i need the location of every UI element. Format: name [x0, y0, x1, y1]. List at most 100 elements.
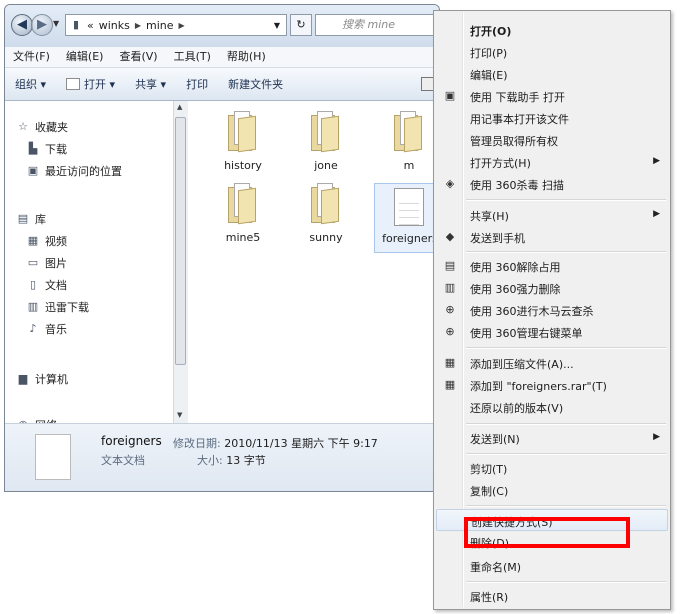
- phone-icon: ◆: [445, 230, 455, 243]
- file-list: history jone m mine5 sunny foreigners: [188, 101, 439, 423]
- library-icon: ▤: [17, 212, 29, 225]
- details-filename: foreigners: [101, 434, 162, 448]
- print-button[interactable]: 打印: [176, 76, 218, 92]
- folder-icon: [228, 183, 258, 225]
- menu-bar: 文件(F) 编辑(E) 查看(V) 工具(T) 帮助(H): [5, 47, 439, 68]
- thunder-folder-icon: ▥: [27, 300, 39, 313]
- details-filetype: 文本文档: [101, 454, 145, 467]
- menu-add-to-rar[interactable]: ▦ 添加到 "foreigners.rar"(T): [436, 374, 668, 396]
- nav-thunder-downloads[interactable]: ▥ 迅雷下载: [27, 297, 89, 317]
- menu-open[interactable]: 打开(O): [436, 19, 668, 41]
- details-size: 大小: 13 字节: [197, 454, 266, 467]
- menu-edit[interactable]: 编辑(E): [58, 47, 112, 67]
- 360-icon: ⊕: [445, 303, 455, 316]
- menu-send-to[interactable]: 发送到(N) ▶: [436, 427, 668, 449]
- menu-share[interactable]: 共享(H) ▶: [436, 204, 668, 226]
- scroll-down-icon[interactable]: ▼: [177, 411, 182, 419]
- forward-button[interactable]: ▶: [31, 14, 53, 36]
- chevron-right-icon[interactable]: ▶: [135, 21, 141, 30]
- nav-network[interactable]: ◉网络: [17, 415, 57, 424]
- menu-add-to-archive[interactable]: ▦ 添加到压缩文件(A)...: [436, 352, 668, 374]
- folder-m[interactable]: m: [374, 111, 439, 181]
- menu-360-force-delete[interactable]: ▥ 使用 360强力删除: [436, 277, 668, 299]
- submenu-arrow-icon: ▶: [653, 209, 660, 219]
- menu-send-to-phone[interactable]: ◆ 发送到手机: [436, 226, 668, 248]
- breadcrumb-winks[interactable]: winks: [99, 19, 130, 32]
- back-button[interactable]: ◀: [11, 14, 33, 36]
- address-field[interactable]: ▮ « winks ▶ mine ▶ ▼: [65, 14, 287, 36]
- address-bar-area: ◀ ▶ ▼ ▮ « winks ▶ mine ▶ ▼ ↻ 搜索 mine: [5, 5, 439, 47]
- organize-button[interactable]: 组织 ▾: [5, 76, 56, 92]
- nav-pictures[interactable]: ▭ 图片: [27, 253, 67, 273]
- menu-properties[interactable]: 属性(R): [436, 585, 668, 607]
- refresh-button[interactable]: ↻: [290, 14, 312, 36]
- folder-history[interactable]: history: [208, 111, 278, 181]
- explorer-window: ◀ ▶ ▼ ▮ « winks ▶ mine ▶ ▼ ↻ 搜索 mine 文件(…: [4, 4, 440, 492]
- menu-360-scan[interactable]: ◈ 使用 360杀毒 扫描: [436, 173, 668, 195]
- menu-cut[interactable]: 剪切(T): [436, 457, 668, 479]
- nav-video[interactable]: ▦ 视频: [27, 231, 67, 251]
- menu-copy[interactable]: 复制(C): [436, 479, 668, 501]
- open-button[interactable]: 打开 ▾: [56, 76, 125, 92]
- menu-360-manage-context[interactable]: ⊕ 使用 360管理右键菜单: [436, 321, 668, 343]
- open-icon: [66, 78, 81, 90]
- folder-icon: ▮: [72, 18, 80, 31]
- search-input[interactable]: 搜索 mine: [315, 14, 439, 36]
- text-document-icon: [394, 188, 424, 226]
- recent-places-icon: ▣: [27, 164, 39, 177]
- menu-restore-previous[interactable]: 还原以前的版本(V): [436, 396, 668, 418]
- menu-help[interactable]: 帮助(H): [219, 47, 274, 67]
- folder-icon: [311, 183, 341, 225]
- video-icon: ▦: [27, 234, 39, 247]
- submenu-arrow-icon: ▶: [653, 432, 660, 442]
- download-helper-icon: ▣: [444, 89, 456, 102]
- menu-open-with[interactable]: 打开方式(H) ▶: [436, 151, 668, 173]
- nav-downloads[interactable]: ▙ 下载: [27, 139, 67, 159]
- shield-icon: ◈: [445, 177, 455, 190]
- address-dropdown-icon[interactable]: ▼: [274, 21, 280, 30]
- nav-scrollbar[interactable]: ▲ ▼: [173, 101, 188, 423]
- file-foreigners[interactable]: foreigners: [374, 183, 439, 253]
- documents-icon: ▯: [29, 278, 37, 291]
- menu-file[interactable]: 文件(F): [5, 47, 58, 67]
- new-folder-button[interactable]: 新建文件夹: [218, 76, 293, 92]
- menu-open-with-download-helper[interactable]: ▣ 使用 下载助手 打开: [436, 85, 668, 107]
- highlight-box: [464, 517, 630, 548]
- menu-print[interactable]: 打印(P): [436, 41, 668, 63]
- menu-rename[interactable]: 重命名(M): [436, 555, 668, 577]
- shredder-icon: ▥: [444, 281, 456, 294]
- nav-recent[interactable]: ▣ 最近访问的位置: [27, 161, 122, 181]
- menu-edit-file[interactable]: 编辑(E): [436, 63, 668, 85]
- menu-360-trojan-scan[interactable]: ⊕ 使用 360进行木马云查杀: [436, 299, 668, 321]
- folder-sunny[interactable]: sunny: [291, 183, 361, 253]
- 360-icon: ⊕: [445, 325, 455, 338]
- details-modified: 修改日期: 2010/11/13 星期六 下午 9:17: [173, 437, 378, 450]
- chevron-right-icon[interactable]: ▶: [179, 21, 185, 30]
- nav-computer[interactable]: ▆ 计算机: [17, 369, 68, 389]
- computer-icon: ▆: [18, 372, 28, 385]
- menu-take-ownership[interactable]: 管理员取得所有权: [436, 129, 668, 151]
- folder-jone[interactable]: jone: [291, 111, 361, 181]
- folder-mine5[interactable]: mine5: [208, 183, 278, 253]
- scrollbar-thumb[interactable]: [175, 117, 186, 365]
- folder-icon: [228, 111, 258, 153]
- details-pane: foreigners 修改日期: 2010/11/13 星期六 下午 9:17 …: [5, 423, 439, 491]
- unlock-icon: ▤: [444, 259, 456, 272]
- breadcrumb-mine[interactable]: mine: [146, 19, 174, 32]
- menu-360-unlock[interactable]: ▤ 使用 360解除占用: [436, 255, 668, 277]
- nav-documents[interactable]: ▯ 文档: [27, 275, 67, 295]
- nav-favorites[interactable]: ☆ 收藏夹: [17, 117, 68, 137]
- menu-tools[interactable]: 工具(T): [166, 47, 219, 67]
- winrar-icon: ▦: [444, 378, 456, 391]
- history-dropdown-icon[interactable]: ▼: [53, 19, 59, 28]
- scroll-up-icon[interactable]: ▲: [177, 103, 182, 111]
- nav-music[interactable]: ♪ 音乐: [27, 319, 67, 339]
- nav-library[interactable]: ▤ 库: [17, 209, 46, 229]
- menu-open-notepad[interactable]: 用记事本打开该文件: [436, 107, 668, 129]
- breadcrumb-overflow[interactable]: «: [87, 19, 94, 32]
- share-button[interactable]: 共享 ▾: [125, 76, 176, 92]
- music-icon: ♪: [29, 322, 37, 335]
- winrar-icon: ▦: [444, 356, 456, 369]
- menu-view[interactable]: 查看(V): [111, 47, 165, 67]
- command-bar: 组织 ▾ 打开 ▾ 共享 ▾ 打印 新建文件夹: [5, 68, 439, 101]
